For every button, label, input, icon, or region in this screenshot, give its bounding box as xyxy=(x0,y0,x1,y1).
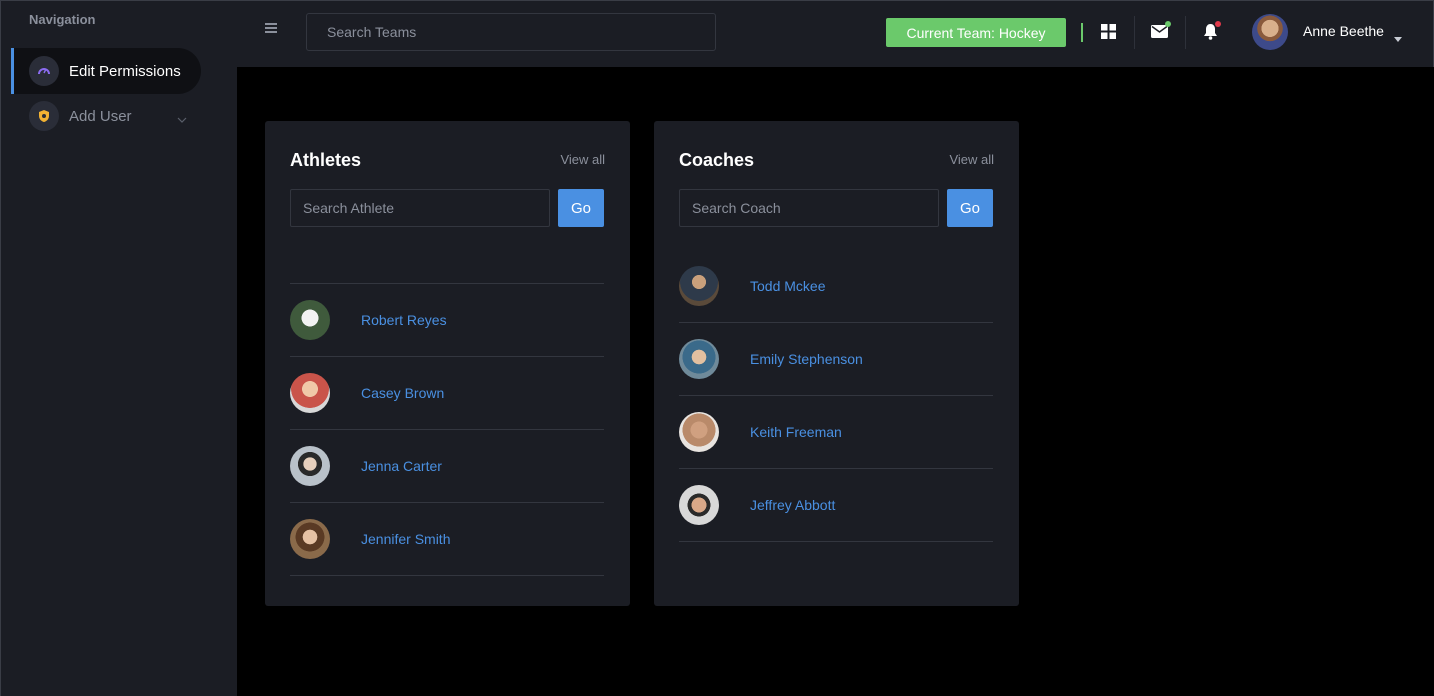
avatar xyxy=(679,485,719,525)
menu-toggle-icon[interactable] xyxy=(265,23,277,37)
mail-icon[interactable] xyxy=(1150,21,1171,40)
search-coach-input[interactable] xyxy=(679,189,939,227)
person-name-link[interactable]: Todd Mckee xyxy=(750,278,825,294)
avatar[interactable] xyxy=(1252,14,1288,50)
caret-down-icon[interactable] xyxy=(1394,29,1402,47)
chevron-down-icon xyxy=(177,110,187,128)
user-name[interactable]: Anne Beethe xyxy=(1303,23,1384,39)
divider xyxy=(1081,23,1083,42)
list-item[interactable]: Emily Stephenson xyxy=(679,323,993,396)
search-teams-input[interactable] xyxy=(306,13,716,51)
athlete-list: Robert Reyes Casey Brown Jenna Carter Je… xyxy=(290,283,604,576)
avatar xyxy=(679,339,719,379)
bell-icon[interactable] xyxy=(1201,21,1221,40)
card-title: Coaches xyxy=(679,150,755,170)
person-name-link[interactable]: Robert Reyes xyxy=(361,312,447,328)
card-title: Athletes xyxy=(290,150,362,170)
avatar xyxy=(290,519,330,559)
go-button[interactable]: Go xyxy=(947,189,993,227)
coach-list: Todd Mckee Emily Stephenson Keith Freema… xyxy=(679,250,993,542)
coaches-card: Coaches View all Go Todd Mckee Emily Ste… xyxy=(654,121,1019,606)
sidebar-item-add-user[interactable]: Add User xyxy=(11,93,201,139)
list-item[interactable]: Robert Reyes xyxy=(290,284,604,357)
person-name-link[interactable]: Keith Freeman xyxy=(750,424,842,440)
list-item[interactable]: Jenna Carter xyxy=(290,430,604,503)
shield-icon xyxy=(29,101,59,131)
go-button[interactable]: Go xyxy=(558,189,604,227)
sidebar-item-edit-permissions[interactable]: Edit Permissions xyxy=(11,48,201,94)
avatar xyxy=(290,300,330,340)
nav-heading: Navigation xyxy=(29,12,96,27)
search-athlete-input[interactable] xyxy=(290,189,550,227)
divider xyxy=(1185,16,1186,49)
avatar xyxy=(679,412,719,452)
view-all-link[interactable]: View all xyxy=(949,152,994,167)
person-name-link[interactable]: Jenna Carter xyxy=(361,458,442,474)
divider xyxy=(1134,16,1135,49)
list-item[interactable]: Keith Freeman xyxy=(679,396,993,469)
gauge-icon xyxy=(29,56,59,86)
view-all-link[interactable]: View all xyxy=(560,152,605,167)
person-name-link[interactable]: Emily Stephenson xyxy=(750,351,863,367)
person-name-link[interactable]: Jeffrey Abbott xyxy=(750,497,835,513)
sidebar-item-label: Add User xyxy=(69,107,132,125)
apps-grid-icon[interactable] xyxy=(1099,22,1117,40)
sidebar-item-label: Edit Permissions xyxy=(69,62,181,80)
avatar xyxy=(290,446,330,486)
mail-status-dot xyxy=(1165,21,1171,27)
list-item[interactable]: Jennifer Smith xyxy=(290,503,604,576)
list-item[interactable]: Jeffrey Abbott xyxy=(679,469,993,542)
person-name-link[interactable]: Casey Brown xyxy=(361,385,444,401)
list-item[interactable]: Todd Mckee xyxy=(679,250,993,323)
sidebar: Navigation Edit Permissions Add User xyxy=(0,0,237,696)
notification-dot xyxy=(1215,21,1221,27)
top-header: Current Team: Hockey Anne Beethe xyxy=(237,0,1434,67)
avatar xyxy=(679,266,719,306)
current-team-badge[interactable]: Current Team: Hockey xyxy=(886,18,1066,47)
avatar xyxy=(290,373,330,413)
person-name-link[interactable]: Jennifer Smith xyxy=(361,531,450,547)
list-item[interactable]: Casey Brown xyxy=(290,357,604,430)
athletes-card: Athletes View all Go Robert Reyes Casey … xyxy=(265,121,630,606)
